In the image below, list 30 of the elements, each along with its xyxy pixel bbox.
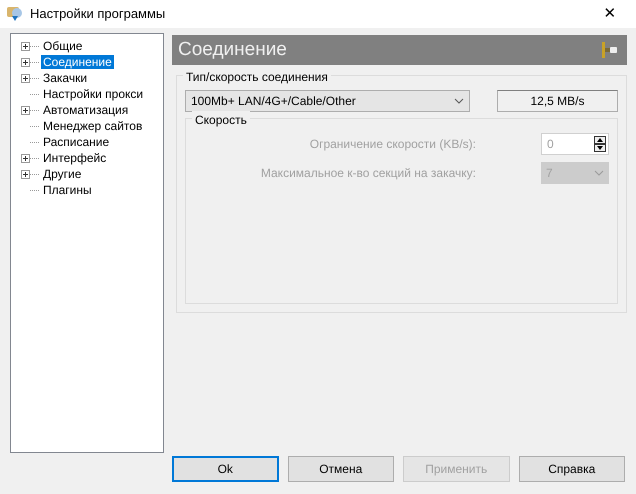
dialog-button[interactable]: Справка bbox=[518, 456, 625, 482]
group-label: Скорость bbox=[192, 111, 250, 129]
expand-icon[interactable] bbox=[21, 154, 30, 162]
tree-item[interactable]: Закачки bbox=[41, 71, 90, 85]
section-title: Соединение bbox=[178, 38, 287, 62]
tree-item[interactable]: Интерфейс bbox=[41, 151, 108, 165]
field-label: Максимальное к-во секций на закачку: bbox=[260, 165, 476, 182]
tree-item[interactable]: Соединение bbox=[41, 55, 114, 69]
connection-type-dropdown[interactable]: 100Mb+ LAN/4G+/Cable/Other bbox=[185, 90, 470, 112]
expand-icon[interactable] bbox=[21, 42, 30, 50]
expand-icon[interactable] bbox=[21, 170, 30, 178]
dialog-button[interactable]: Отмена bbox=[288, 456, 394, 482]
tree-item[interactable]: Плагины bbox=[41, 183, 94, 197]
field-label: Ограничение скорости (KB/s): bbox=[310, 136, 476, 153]
speed-readout: 12,5 MB/s bbox=[497, 90, 618, 112]
close-button[interactable]: ✕ bbox=[590, 2, 630, 26]
caret-icon bbox=[594, 170, 604, 176]
caret-icon bbox=[454, 98, 464, 104]
tree-item[interactable]: Расписание bbox=[41, 135, 112, 149]
expand-icon[interactable] bbox=[21, 74, 30, 82]
tree-item[interactable]: Настройки прокси bbox=[41, 87, 146, 101]
app-icon bbox=[6, 5, 24, 23]
dialog-button[interactable]: Ok bbox=[172, 456, 278, 482]
window-title: Настройки программы bbox=[30, 5, 166, 24]
tree-item[interactable]: Автоматизация bbox=[41, 103, 130, 117]
tree-item[interactable]: Другие bbox=[41, 167, 84, 181]
expand-icon[interactable] bbox=[21, 58, 30, 66]
tree-item[interactable]: Менеджер сайтов bbox=[41, 119, 144, 133]
tree-item[interactable]: Общие bbox=[41, 39, 84, 53]
expand-icon[interactable] bbox=[21, 106, 30, 114]
